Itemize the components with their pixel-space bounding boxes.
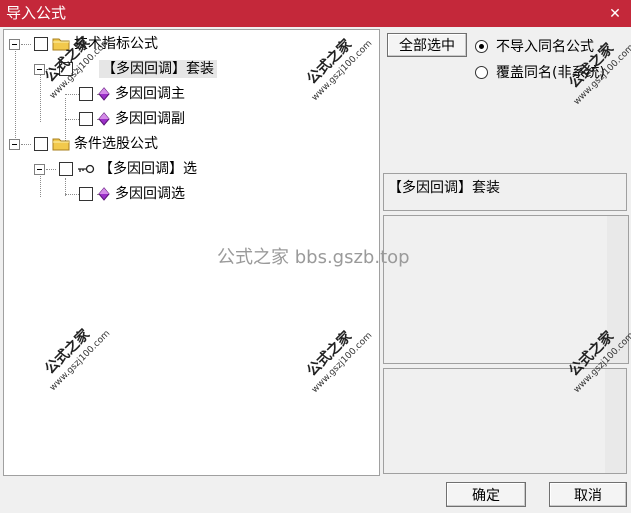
- selected-formula-name: 【多因回调】套装: [388, 180, 500, 196]
- collapse-toggle[interactable]: [34, 163, 45, 175]
- collapse-toggle[interactable]: [9, 38, 20, 50]
- checkbox[interactable]: [59, 162, 73, 176]
- watermark: 公式之家 www.gszj100.com: [564, 41, 631, 148]
- checkbox[interactable]: [79, 87, 93, 101]
- radio-label: 不导入同名公式: [496, 39, 594, 55]
- tree-item-screening-formulas[interactable]: 条件选股公式: [9, 133, 158, 155]
- checkbox[interactable]: [79, 187, 93, 201]
- purple-diamond-icon: [97, 87, 111, 101]
- close-icon: ✕: [609, 5, 621, 22]
- ok-button[interactable]: 确定: [446, 482, 526, 507]
- radio-indicator[interactable]: [475, 39, 488, 53]
- purple-diamond-icon: [97, 112, 111, 126]
- radio-indicator[interactable]: [475, 65, 488, 79]
- scrollbar[interactable]: [605, 369, 626, 473]
- radio-skip-duplicates[interactable]: 不导入同名公式: [475, 36, 594, 56]
- key-icon: [77, 162, 95, 176]
- tree-item-label: 多因回调副: [115, 111, 185, 127]
- purple-diamond-icon: [97, 187, 111, 201]
- tree-item-label: 【多因回调】选: [99, 161, 197, 177]
- collapse-toggle[interactable]: [34, 63, 45, 75]
- checkbox[interactable]: [34, 37, 48, 51]
- tree-item-suite[interactable]: 【多因回调】套装: [34, 58, 217, 80]
- detail-panel: [383, 368, 627, 474]
- checkbox[interactable]: [34, 137, 48, 151]
- checkbox[interactable]: [59, 62, 73, 76]
- formula-tree[interactable]: 技术指标公式 【多因回调】套装 多因回调主 多因回调副 条件选股公式 【多因回调…: [3, 29, 380, 476]
- description-panel: [383, 215, 629, 364]
- tree-line: [15, 49, 16, 144]
- scrollbar[interactable]: [607, 216, 628, 363]
- folder-icon: [52, 137, 70, 151]
- close-button[interactable]: ✕: [599, 0, 631, 27]
- radio-label: 覆盖同名(非系统): [496, 65, 605, 81]
- collapse-toggle[interactable]: [9, 138, 20, 150]
- tree-item-screen-suite[interactable]: 【多因回调】选: [34, 158, 197, 180]
- title-bar: 导入公式 ✕: [0, 0, 631, 27]
- tree-item-technical-formulas[interactable]: 技术指标公式: [9, 33, 158, 55]
- folder-icon: [52, 37, 70, 51]
- tree-item-label: 技术指标公式: [74, 36, 158, 52]
- radio-overwrite[interactable]: 覆盖同名(非系统): [475, 62, 605, 82]
- tree-item-screen[interactable]: 多因回调选: [79, 183, 185, 205]
- tree-item-sub[interactable]: 多因回调副: [79, 108, 185, 130]
- cancel-button[interactable]: 取消: [549, 482, 627, 507]
- tree-item-label: 条件选股公式: [74, 136, 158, 152]
- tree-item-label: 多因回调主: [115, 86, 185, 102]
- tree-item-label: 多因回调选: [115, 186, 185, 202]
- selected-formula-box: 【多因回调】套装: [383, 173, 627, 211]
- tree-item-main[interactable]: 多因回调主: [79, 83, 185, 105]
- select-all-button[interactable]: 全部选中: [387, 33, 467, 57]
- window-title: 导入公式: [6, 4, 67, 22]
- tree-item-label: 【多因回调】套装: [99, 60, 217, 78]
- checkbox[interactable]: [79, 112, 93, 126]
